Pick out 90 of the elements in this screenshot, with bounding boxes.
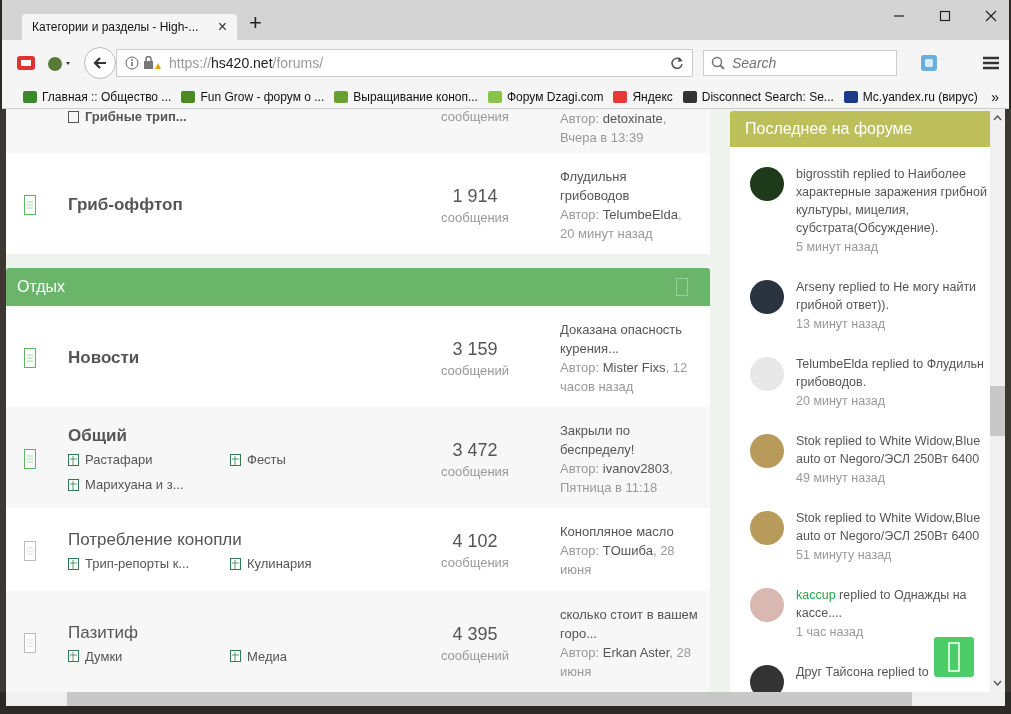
address-bar[interactable]: https://hs420.net/forums/	[116, 49, 693, 77]
last-post-title[interactable]: Закрыли по беспределу!	[560, 421, 698, 460]
activity-time: 49 минут назад	[796, 470, 886, 487]
activity-time: 13 минут назад	[796, 316, 886, 333]
search-field[interactable]: Search	[703, 50, 897, 76]
scroll-down-icon[interactable]	[993, 680, 1002, 686]
post-count: 1 914	[452, 185, 498, 207]
post-count: 4 102	[452, 531, 498, 553]
subforum-icon	[230, 453, 241, 466]
bookmark-item[interactable]: Форум Dzagi.com	[486, 90, 604, 104]
warning-lock-icon	[143, 56, 161, 70]
subforum-icon	[68, 110, 79, 123]
subforum-link[interactable]: Грибные трип...	[85, 109, 187, 124]
back-button[interactable]	[84, 47, 116, 79]
scroll-thumb[interactable]	[67, 692, 912, 706]
post-count: 3 472	[452, 439, 498, 461]
bookmark-item[interactable]: Выращивание коноп...	[333, 90, 478, 104]
count-label: сообщений	[440, 647, 509, 663]
scroll-thumb[interactable]	[990, 385, 1005, 436]
forum-title[interactable]: Пазитиф	[68, 622, 410, 643]
bookmark-item[interactable]: Fun Grow - форум о ...	[180, 90, 325, 104]
subforum-link[interactable]: Медиа	[247, 648, 287, 664]
subforum-link[interactable]: Марихуана и з...	[85, 477, 184, 493]
count-label: сообщения	[441, 109, 509, 124]
last-post-title[interactable]: Флудильня грибоводов	[560, 167, 698, 205]
subforum-icon	[230, 557, 241, 570]
count-label: сообщений	[440, 362, 509, 378]
forum-title[interactable]: Общий	[68, 426, 410, 447]
count-label: сообщения	[441, 209, 509, 225]
more-bookmarks-button[interactable]: »	[991, 89, 999, 105]
extension-icon[interactable]	[16, 54, 36, 72]
subforum-link[interactable]: Растафари	[85, 452, 153, 468]
last-post-meta: Автор: TelumbeElda, 20 минут назад	[560, 206, 683, 243]
forum-icon	[676, 278, 688, 297]
post-count: 4 395	[452, 623, 498, 645]
last-post-meta: Автор: Erkan Aster, 28 июня	[560, 644, 692, 682]
tab-close-button[interactable]: ×	[217, 18, 227, 36]
subforum-link[interactable]: Фесты	[247, 452, 286, 468]
bookmark-item[interactable]: Disconnect Search: Se...	[681, 90, 834, 104]
activity-time: 20 минут назад	[796, 393, 886, 410]
last-post-title[interactable]: сколько стоит в вашем горо...	[560, 605, 698, 644]
count-label: сообщения	[441, 463, 509, 479]
subforum-icon	[68, 478, 79, 491]
subforum-icon	[68, 650, 79, 663]
last-post-meta: Автор: ivanov2803, Пятница в 11:18	[560, 460, 674, 498]
info-icon[interactable]	[125, 56, 139, 70]
category-title: Отдых	[17, 278, 66, 297]
horizontal-scrollbar[interactable]	[6, 692, 1005, 706]
last-post-meta: Автор: TОшиба, 28 июня	[560, 542, 676, 580]
activity-text: Stok replied to White Widow,Blue auto от Negoro/ЭСЛ 250Вт 6400	[796, 433, 982, 468]
subforum-icon	[230, 650, 241, 663]
new-tab-button[interactable]: +	[249, 10, 262, 36]
last-post-title[interactable]: Конопляное масло	[560, 522, 698, 542]
post-count: 3 159	[452, 338, 498, 360]
document-icon	[948, 642, 960, 672]
bookmark-item[interactable]: Mc.yandex.ru (вирус)	[842, 90, 978, 104]
activity-time: 51 минуту назад	[796, 547, 893, 564]
last-post-meta: Автор: detoxinate, Вчера в 13:39	[560, 110, 668, 147]
url-text: https://hs420.net/forums/	[169, 55, 325, 71]
bookmark-item[interactable]: Главная :: Общество ...	[22, 90, 172, 104]
count-label: сообщения	[441, 555, 509, 571]
maximize-icon[interactable]	[939, 10, 951, 22]
last-post-title[interactable]: Доказана опасность курения...	[560, 320, 698, 359]
subforum-link[interactable]: Трип-репорты к...	[85, 556, 190, 572]
activity-text: Друг Тайсона replied to	[796, 664, 930, 681]
activity-time: 5 минут назад	[796, 239, 880, 256]
activity-text: bigrosstih replied to Наиболее характерные заражения грибной культуры, мицелия, субстрата(Обсуждение).	[796, 166, 988, 237]
reload-icon[interactable]	[670, 56, 684, 70]
tab-title: Категории и разделы - High-...	[32, 20, 199, 34]
scroll-up-icon[interactable]	[993, 115, 1002, 121]
activity-text: Arseny replied to Не могу найти грибной ответ)).	[796, 279, 978, 314]
last-post-meta: Автор: Mister Fixs, 12 часов назад	[560, 359, 689, 397]
subforum-link[interactable]: Думки	[85, 648, 123, 664]
bookmark-item[interactable]: Яндекс	[612, 90, 673, 104]
browser-tab[interactable]: Категории и разделы - High-... ×	[22, 14, 237, 40]
activity-text: kaccup replied to Однажды на кассе....	[796, 587, 968, 622]
sidebar-title: Последнее на форуме	[745, 120, 913, 138]
forum-title[interactable]: Потребление конопли	[68, 530, 410, 551]
forum-title[interactable]: Новости	[68, 348, 410, 369]
forum-title[interactable]: Гриб-оффтоп	[68, 195, 410, 215]
back-arrow-icon	[92, 55, 108, 71]
activity-time: 1 час назад	[796, 624, 865, 641]
close-icon[interactable]	[985, 10, 997, 22]
subforum-icon	[68, 557, 79, 570]
subforum-link[interactable]: Кулинария	[247, 556, 312, 572]
activity-text: TelumbeElda replied to Флудильн грибоводов.	[796, 356, 985, 391]
subforum-icon	[68, 453, 79, 466]
activity-text: Stok replied to White Widow,Blue auto от Negoro/ЭСЛ 250Вт 6400	[796, 510, 982, 545]
search-icon	[711, 56, 725, 70]
menu-icon[interactable]	[983, 56, 999, 70]
